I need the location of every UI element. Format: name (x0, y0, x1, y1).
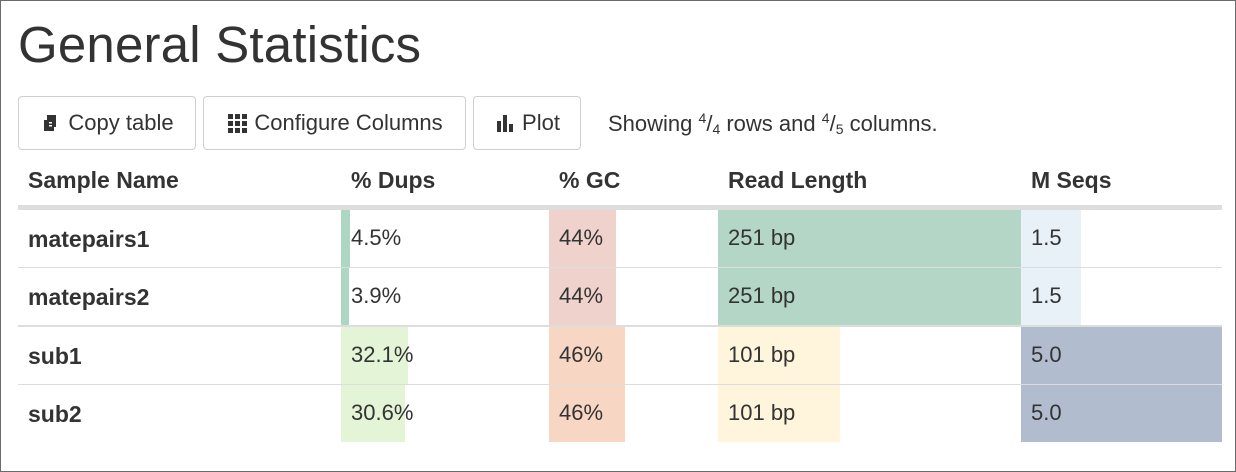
showing-mid: rows and (726, 111, 816, 136)
statistics-table: Sample Name % Dups % GC Read Length M Se… (18, 159, 1222, 442)
dups-value: 32.1% (351, 342, 414, 367)
gc-cell: 46% (549, 327, 718, 384)
dups-value: 3.9% (351, 283, 402, 308)
table-row: sub1 32.1% 46% 101 bp 5.0 (18, 327, 1222, 385)
showing-suffix: columns. (849, 111, 938, 136)
readlen-cell: 251 bp (718, 210, 1021, 267)
showing-prefix: Showing (608, 111, 693, 136)
header-gc[interactable]: % GC (559, 167, 620, 194)
dups-value: 4.5% (351, 225, 402, 250)
readlen-cell: 101 bp (718, 327, 1021, 384)
readlen-value: 251 bp (728, 225, 796, 250)
copy-table-button[interactable]: Copy table (18, 96, 196, 150)
table-row: matepairs1 4.5% 44% 251 bp 1.5 (18, 210, 1222, 268)
dups-cell: 3.9% (341, 268, 549, 325)
mseqs-cell: 5.0 (1021, 327, 1222, 384)
rows-total: 4 (712, 121, 721, 137)
cols-shown: 4 (821, 110, 830, 126)
gc-value: 46% (559, 342, 604, 367)
gc-cell: 44% (549, 268, 718, 325)
header-read-length[interactable]: Read Length (728, 167, 867, 194)
readlen-cell: 251 bp (718, 268, 1021, 325)
plot-button[interactable]: Plot (473, 96, 581, 150)
mseqs-cell: 5.0 (1021, 385, 1222, 442)
dups-value: 30.6% (351, 400, 414, 425)
readlen-value: 101 bp (728, 400, 796, 425)
bar-chart-icon (497, 115, 514, 132)
mseqs-value: 1.5 (1031, 283, 1062, 308)
dups-cell: 4.5% (341, 210, 549, 267)
dups-cell: 32.1% (341, 327, 549, 384)
header-dups[interactable]: % Dups (351, 167, 435, 194)
dups-bar (341, 210, 350, 267)
sample-name-cell: matepairs1 (28, 226, 150, 252)
configure-columns-label: Configure Columns (254, 110, 443, 135)
rows-shown: 4 (698, 110, 707, 126)
readlen-value: 101 bp (728, 342, 796, 367)
header-sample-name[interactable]: Sample Name (28, 167, 179, 194)
table-row: sub2 30.6% 46% 101 bp 5.0 (18, 385, 1222, 442)
gc-value: 44% (559, 283, 604, 308)
grid-icon (228, 114, 248, 133)
configure-columns-button[interactable]: Configure Columns (203, 96, 466, 150)
gc-value: 46% (559, 400, 604, 425)
header-m-seqs[interactable]: M Seqs (1031, 167, 1112, 194)
dups-bar (341, 268, 349, 325)
table-header: Sample Name % Dups % GC Read Length M Se… (18, 159, 1222, 210)
sample-name-cell: matepairs2 (28, 284, 150, 310)
table-body: matepairs1 4.5% 44% 251 bp 1.5 matepairs2 3.9%… (18, 210, 1222, 442)
general-statistics-panel: General Statistics Copy table Configure … (0, 0, 1236, 472)
mseqs-cell: 1.5 (1021, 210, 1222, 267)
copy-table-label: Copy table (68, 110, 174, 135)
readlen-value: 251 bp (728, 283, 796, 308)
gc-cell: 44% (549, 210, 718, 267)
page-title: General Statistics (18, 16, 422, 73)
plot-label: Plot (522, 110, 560, 135)
table-row: matepairs2 3.9% 44% 251 bp 1.5 (18, 268, 1222, 327)
dups-cell: 30.6% (341, 385, 549, 442)
cols-total: 5 (835, 121, 844, 137)
showing-summary: Showing 4/4 rows and 4/5 columns. (608, 110, 938, 137)
mseqs-value: 5.0 (1031, 342, 1062, 367)
mseqs-value: 5.0 (1031, 400, 1062, 425)
sample-name-cell: sub1 (28, 343, 82, 369)
copy-icon (44, 115, 57, 131)
mseqs-value: 1.5 (1031, 225, 1062, 250)
gc-value: 44% (559, 225, 604, 250)
sample-name-cell: sub2 (28, 401, 82, 427)
readlen-cell: 101 bp (718, 385, 1021, 442)
mseqs-cell: 1.5 (1021, 268, 1222, 325)
gc-cell: 46% (549, 385, 718, 442)
